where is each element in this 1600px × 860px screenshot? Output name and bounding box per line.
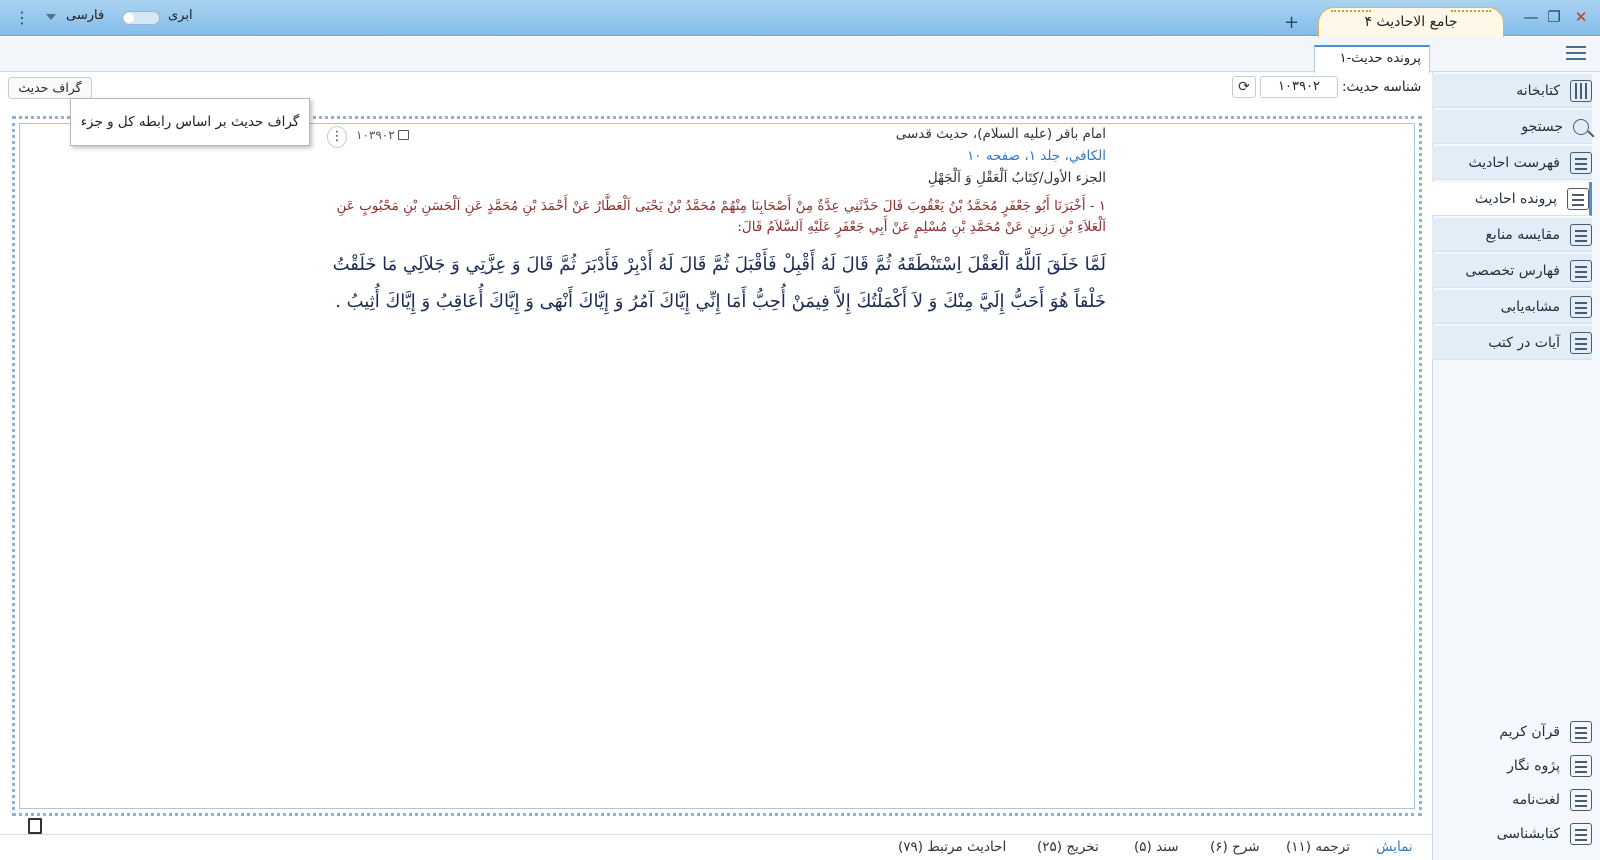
sidebar-item-label: آیات در کتب <box>1488 334 1560 351</box>
index-icon <box>1570 259 1592 282</box>
info-icon <box>1570 823 1592 845</box>
tab-translation[interactable]: ترجمه (۱۱) <box>1286 839 1350 855</box>
tab-hadith-file[interactable]: پرونده حدیث-۱ <box>1314 45 1430 73</box>
hadith-id-input[interactable]: ۱۰۳۹۰۲ <box>1260 76 1338 98</box>
compare-icon <box>1570 223 1592 246</box>
sidebar-item-library[interactable]: کتابخانه <box>1432 74 1592 108</box>
graph-tooltip: گراف حدیث بر اساس رابطه کل و جزء <box>70 98 310 146</box>
sidebar-item-label: مقایسه منابع <box>1485 226 1560 243</box>
minimize-button[interactable]: — <box>1520 6 1542 28</box>
hadith-sanad: ۱ - أَخْبَرَنَا أَبُو جَعْفَرٍ مُحَمَّدُ… <box>336 198 1106 235</box>
app-title: جامع الاحادیث ۴ <box>1364 14 1458 30</box>
hamburger-menu-icon[interactable] <box>1566 46 1586 64</box>
hadith-content: امام باقر (علیه السلام)، حدیث قدسی الکاف… <box>330 126 1106 320</box>
sidebar-item-label: فهرست احادیث <box>1468 154 1561 171</box>
app-tab[interactable]: جامع الاحادیث ۴ <box>1318 7 1504 37</box>
sidebar-item-search[interactable]: جستجو <box>1432 110 1592 144</box>
verses-icon <box>1570 331 1592 354</box>
notebook-icon <box>1570 755 1592 777</box>
quran-icon <box>1570 721 1592 743</box>
tab-commentary[interactable]: شرح (۶) <box>1210 839 1260 855</box>
cloud-label: ابری <box>168 8 193 23</box>
tab-chain[interactable]: سند (۵) <box>1134 839 1179 855</box>
document-icon <box>1567 187 1589 210</box>
sidebar-item-similarity[interactable]: مشابه‌یابی <box>1432 290 1592 324</box>
hadith-chapter: الجزء الأول/كِتَابُ اَلْعَقْلِ وَ اَلْجَ… <box>927 170 1106 186</box>
tab-takhrij[interactable]: تخریج (۲۵) <box>1037 839 1099 855</box>
sidebar-item-label: پرونده احادیث <box>1474 190 1557 207</box>
sidebar-item-compare-sources[interactable]: مقایسه منابع <box>1432 218 1592 252</box>
hadith-source-link[interactable]: الکافي، جلد ۱، صفحه ۱۰ <box>330 148 1106 164</box>
sidebar-item-bibliography[interactable]: کتابشناسی <box>1432 820 1592 848</box>
sidebar-item-quran[interactable]: قرآن کریم <box>1432 718 1592 746</box>
cloud-toggle[interactable] <box>122 11 160 25</box>
bottom-tab-bar: نمایش ترجمه (۱۱) شرح (۶) سند (۵) تخریج (… <box>0 834 1432 860</box>
sidebar-item-label: لغت‌نامه <box>1512 792 1560 808</box>
sidebar-item-dictionary[interactable]: لغت‌نامه <box>1432 786 1592 814</box>
sidebar-item-label: جستجو <box>1521 118 1563 135</box>
hadith-matn: لَمَّا خَلَقَ اَللَّهُ اَلْعَقْلَ اِسْتَ… <box>332 254 1106 312</box>
sidebar-item-label: کتابشناسی <box>1496 826 1560 842</box>
app-menu-icon[interactable]: ⋮ <box>14 8 30 27</box>
sidebar-item-hadith-list[interactable]: فهرست احادیث <box>1432 146 1592 180</box>
bookmark-icon[interactable] <box>28 818 42 834</box>
tab-related-hadiths[interactable]: احادیث مرتبط (۷۹) <box>898 839 1006 855</box>
close-button[interactable]: ✕ <box>1570 6 1592 28</box>
document-tab-strip: پرونده حدیث-۱ <box>0 37 1600 73</box>
sidebar-item-label: مشابه‌یابی <box>1500 298 1560 315</box>
hadith-graph-button[interactable]: گراف حدیث <box>8 77 92 99</box>
similar-icon <box>1570 295 1592 318</box>
sidebar: کتابخانه جستجو فهرست احادیث پرونده احادی… <box>1432 72 1600 860</box>
restore-button[interactable]: ❐ <box>1543 6 1565 28</box>
search-icon <box>1573 118 1589 135</box>
sidebar-item-label: فهارس تخصصی <box>1465 262 1560 279</box>
refresh-icon[interactable]: ⟳ <box>1232 76 1256 98</box>
sidebar-item-special-indexes[interactable]: فهارس تخصصی <box>1432 254 1592 288</box>
books-icon <box>1570 79 1592 102</box>
toggle-knob <box>124 13 134 23</box>
sidebar-item-notebook[interactable]: پژوه نگار <box>1432 752 1592 780</box>
sidebar-item-hadith-files[interactable]: پرونده احادیث <box>1432 182 1592 216</box>
sidebar-item-verses-in-books[interactable]: آیات در کتب <box>1432 326 1592 360</box>
sidebar-item-label: قرآن کریم <box>1499 724 1560 740</box>
hadith-narrator: امام باقر (علیه السلام)، حدیث قدسی <box>895 126 1106 142</box>
hadith-id-label: شناسه حدیث: <box>1342 79 1422 95</box>
ornament-right <box>1451 10 1491 20</box>
title-bar: ⋮ فارسی ابری + جامع الاحادیث ۴ — ❐ ✕ <box>0 0 1600 37</box>
sidebar-item-label: پژوه نگار <box>1507 758 1560 774</box>
list-search-icon <box>1570 151 1592 174</box>
sidebar-item-label: کتابخانه <box>1516 82 1560 99</box>
tab-display[interactable]: نمایش <box>1376 839 1413 855</box>
language-select[interactable]: فارسی <box>66 8 104 23</box>
ornament-left <box>1331 10 1371 20</box>
language-dropdown-icon[interactable] <box>46 14 56 20</box>
new-tab-button[interactable]: + <box>1284 12 1299 33</box>
dictionary-icon <box>1570 789 1592 811</box>
